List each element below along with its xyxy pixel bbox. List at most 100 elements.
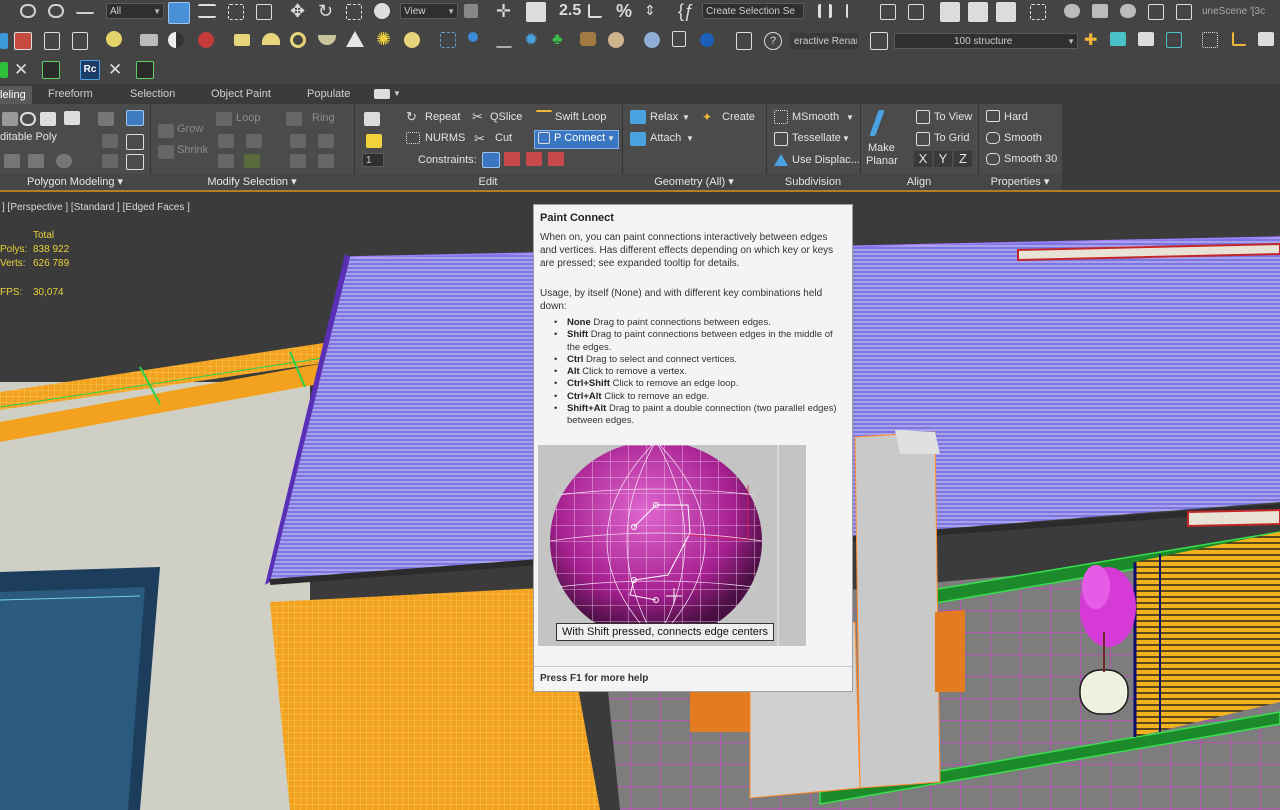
reference-coordinate-dropdown[interactable]: View ▼ [400, 3, 458, 19]
shrink-icon[interactable] [158, 145, 174, 159]
render-view-icon[interactable] [736, 32, 752, 50]
layer-explorer-icon[interactable] [908, 4, 924, 20]
spinner-snap-icon[interactable]: ⇕ [644, 2, 662, 20]
layer-stack-icon[interactable] [1110, 32, 1126, 46]
rendered-frame-window-icon[interactable] [1092, 4, 1108, 18]
border-mode-icon[interactable] [40, 112, 56, 126]
preserve-uvs-settings-icon[interactable] [366, 134, 382, 148]
group-title-properties[interactable]: Properties ▾ [978, 174, 1062, 190]
cut-label[interactable]: Cut [495, 132, 512, 144]
spreadsheet-icon-2[interactable] [136, 61, 154, 79]
render-table-icon[interactable] [44, 32, 60, 50]
to-view-icon[interactable] [916, 110, 930, 124]
element-mode-icon[interactable] [98, 112, 114, 126]
smooth-30-label[interactable]: Smooth 30 [1004, 153, 1057, 165]
tessellate-icon[interactable] [774, 132, 788, 146]
move-icon[interactable]: ✥ [290, 2, 308, 20]
create-label[interactable]: Create [722, 111, 755, 123]
ribbon-options-button[interactable] [374, 89, 390, 99]
ring-icon[interactable] [286, 112, 302, 126]
layers-icon[interactable] [870, 32, 888, 50]
constraint-normal-icon[interactable] [548, 152, 564, 166]
smooth-30-icon[interactable] [986, 153, 1000, 165]
edit-number-field[interactable]: 1 [362, 153, 384, 167]
schematic-view-icon[interactable] [996, 2, 1016, 22]
curve-editor-icon[interactable] [968, 2, 988, 22]
globe-icon[interactable] [644, 32, 660, 48]
ring-grow-icon[interactable] [290, 134, 306, 148]
vertex-mode-icon[interactable] [2, 112, 18, 126]
loop-label[interactable]: Loop [236, 112, 260, 124]
p-connect-button[interactable]: P Connect ▼ [534, 130, 619, 149]
ring-mode-icon[interactable] [290, 154, 306, 168]
chevron-down-icon[interactable]: ▼ [393, 89, 401, 98]
tab-populate[interactable]: Populate [307, 88, 350, 100]
rect-shape-icon[interactable] [234, 34, 250, 46]
scale-icon[interactable] [346, 4, 362, 20]
group-title-geometry[interactable]: Geometry (All) ▾ [622, 174, 766, 190]
render-grid-icon[interactable] [1148, 4, 1164, 20]
rotate-icon[interactable]: ↻ [318, 2, 336, 20]
render-production-icon[interactable] [1120, 4, 1136, 18]
lock-icon[interactable] [672, 31, 686, 47]
tools-icon-2[interactable]: ✕ [108, 61, 126, 79]
use-displacement-label[interactable]: Use Displac... [792, 154, 860, 166]
asset-grid-icon[interactable] [1176, 4, 1192, 20]
named-selection-dropdown[interactable]: Create Selection Se [702, 3, 804, 19]
link-icon[interactable] [20, 4, 36, 18]
repeat-label[interactable]: Repeat [425, 111, 460, 123]
to-grid-icon[interactable] [916, 132, 930, 146]
render-list-icon[interactable] [72, 32, 88, 50]
ring-shrink-icon[interactable] [318, 134, 334, 148]
nurms-icon[interactable] [406, 132, 420, 144]
toggle-ribbon-icon[interactable] [940, 2, 960, 22]
bowl-shape-icon[interactable] [318, 35, 336, 45]
to-view-label[interactable]: To View [934, 111, 972, 123]
group-title-modify-selection[interactable]: Modify Selection ▾ [150, 174, 354, 190]
loop-mode-icon[interactable] [218, 154, 234, 168]
loop-dots-icon[interactable] [244, 154, 260, 168]
angle-snap-icon[interactable] [588, 4, 602, 18]
loop-grow-icon[interactable] [218, 134, 234, 148]
preview-icon[interactable] [102, 154, 118, 168]
hair-icon[interactable] [580, 32, 596, 46]
preserve-uvs-icon[interactable] [364, 112, 380, 126]
shrink-label[interactable]: Shrink [177, 144, 208, 156]
layer-properties-icon[interactable] [1166, 32, 1182, 48]
attach-icon[interactable] [630, 132, 646, 146]
to-grid-label[interactable]: To Grid [934, 132, 969, 144]
viewport-label[interactable]: ] [Perspective ] [Standard ] [Edged Face… [2, 202, 190, 213]
camera-icon[interactable] [140, 34, 158, 46]
layer-dropdown[interactable]: 100 structure ▼ [894, 33, 1078, 49]
select-layer-icon[interactable] [1138, 32, 1154, 46]
material-editor-icon[interactable] [1030, 4, 1046, 20]
ring-shape-icon[interactable] [290, 32, 306, 48]
editable-poly-label[interactable]: ditable Poly [0, 131, 57, 143]
selection-filter-dropdown[interactable]: All ▼ [106, 3, 164, 19]
nurms-label[interactable]: NURMS [425, 132, 465, 144]
chevron-down-icon[interactable]: ▼ [846, 113, 854, 122]
rc-icon[interactable]: Rc [80, 60, 100, 80]
render-setup-icon[interactable] [1064, 4, 1080, 18]
swift-loop-icon[interactable] [536, 110, 552, 126]
swift-loop-label[interactable]: Swift Loop [555, 111, 606, 123]
rect-selection-icon[interactable] [228, 4, 244, 20]
make-planar-label-2[interactable]: Planar [866, 155, 898, 167]
sphere-light-icon[interactable] [404, 32, 420, 48]
smooth-label[interactable]: Smooth [1004, 132, 1042, 144]
msmooth-label[interactable]: MSmooth [792, 111, 839, 123]
relax-label[interactable]: Relax [650, 111, 678, 123]
create-icon[interactable] [0, 33, 8, 49]
create-icon[interactable]: ✦ [702, 110, 718, 124]
render-frame-icon[interactable] [700, 33, 714, 47]
pin-stack-icon[interactable] [126, 110, 144, 126]
unlink-icon[interactable] [48, 4, 64, 18]
modify-selection-icon[interactable] [102, 134, 118, 148]
attach-label[interactable]: Attach [650, 132, 681, 144]
stack-down-icon[interactable] [28, 154, 44, 168]
gear-icon[interactable]: ✹ [524, 31, 542, 49]
cut-icon[interactable]: ✂ [474, 132, 490, 146]
tab-freeform[interactable]: Freeform [48, 88, 93, 100]
loop-icon[interactable] [216, 112, 232, 126]
align-y-button[interactable]: Y [934, 151, 952, 167]
